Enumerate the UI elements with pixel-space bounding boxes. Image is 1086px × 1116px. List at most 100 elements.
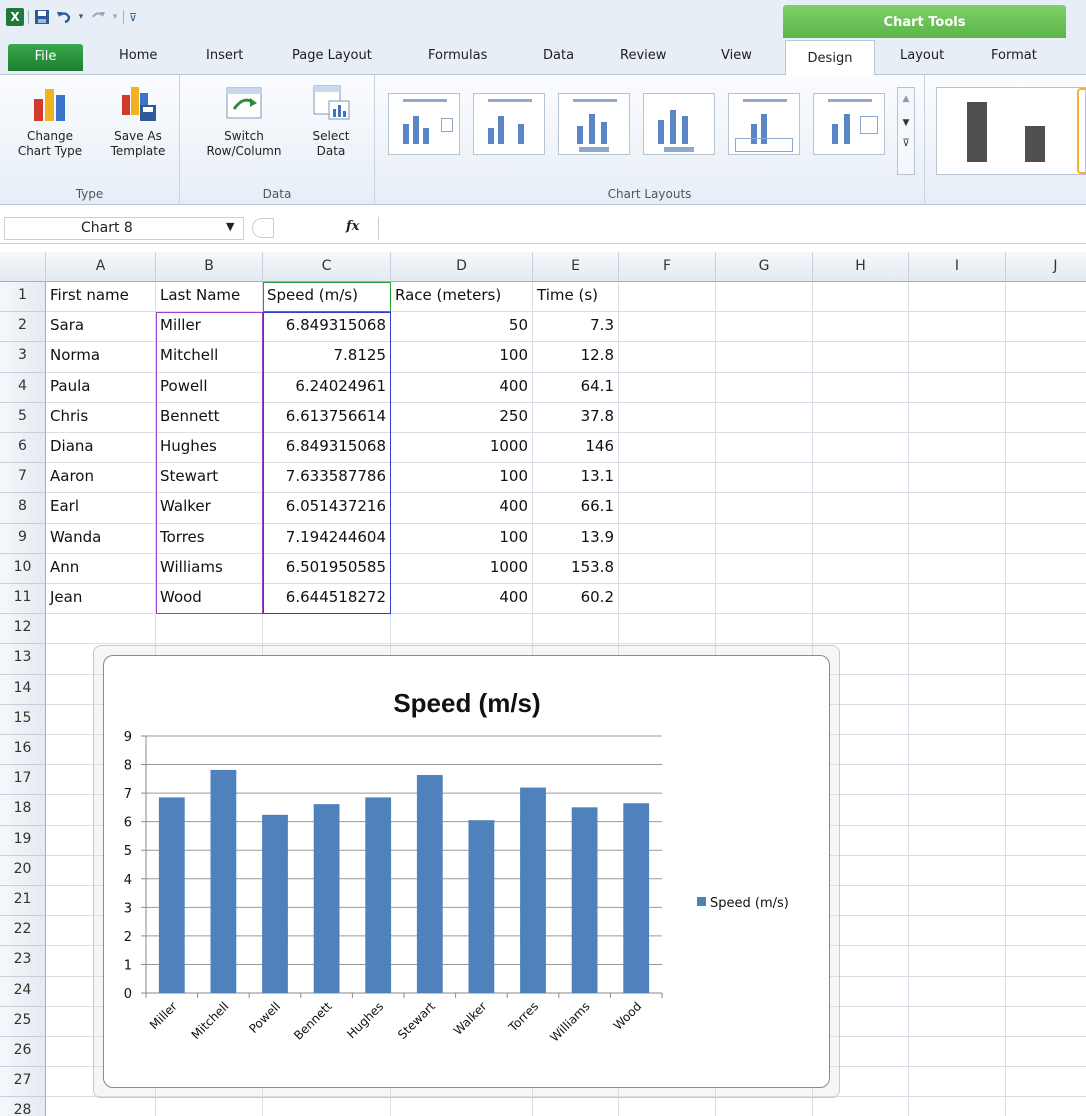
row-header[interactable]: 22 xyxy=(0,916,46,947)
cell[interactable] xyxy=(909,282,1006,313)
cell[interactable]: 1000 xyxy=(391,553,533,584)
cell[interactable] xyxy=(391,614,533,645)
row-header[interactable]: 8 xyxy=(0,493,46,524)
row-header[interactable]: 3 xyxy=(0,342,46,373)
cell[interactable] xyxy=(1006,946,1086,977)
cell[interactable]: Diana xyxy=(46,433,156,464)
tab-insert[interactable]: Insert xyxy=(206,48,243,63)
cell[interactable] xyxy=(1006,584,1086,615)
column-header-f[interactable]: F xyxy=(619,252,716,282)
cell[interactable] xyxy=(909,765,1006,796)
cell[interactable] xyxy=(1006,1007,1086,1037)
cell[interactable]: Time (s) xyxy=(533,282,619,313)
row-header[interactable]: 21 xyxy=(0,886,46,917)
cell[interactable]: Ann xyxy=(46,553,156,584)
column-header-h[interactable]: H xyxy=(813,252,909,282)
cell[interactable] xyxy=(716,372,813,403)
cell[interactable] xyxy=(1006,1067,1086,1098)
tab-formulas[interactable]: Formulas xyxy=(428,48,487,63)
cell[interactable] xyxy=(909,584,1006,615)
save-as-template-button[interactable]: Save As Template xyxy=(98,83,178,159)
column-header-b[interactable]: B xyxy=(156,252,263,282)
cell[interactable]: Sara xyxy=(46,312,156,343)
cell[interactable] xyxy=(909,855,1006,886)
cell[interactable] xyxy=(619,372,716,403)
chart-bar[interactable] xyxy=(571,807,598,993)
cell[interactable] xyxy=(909,1097,1006,1116)
cell[interactable] xyxy=(156,1097,263,1116)
cell[interactable] xyxy=(619,282,716,313)
select-data-button[interactable]: Select Data xyxy=(298,83,364,159)
column-header-c[interactable]: C xyxy=(263,252,391,282)
row-header[interactable]: 1 xyxy=(0,282,46,313)
chart-styles-gallery[interactable] xyxy=(936,87,1086,175)
cell[interactable] xyxy=(716,342,813,373)
layouts-gallery-scroll[interactable]: ▲ ▼ ⊽ xyxy=(897,87,915,175)
cell[interactable]: 7.8125 xyxy=(263,342,391,373)
cell[interactable]: 50 xyxy=(391,312,533,343)
cell[interactable] xyxy=(156,614,263,645)
cell[interactable] xyxy=(263,614,391,645)
column-header-j[interactable]: J xyxy=(1006,252,1086,282)
cell[interactable]: Jean xyxy=(46,584,156,615)
cell[interactable]: Race (meters) xyxy=(391,282,533,313)
row-header[interactable]: 24 xyxy=(0,976,46,1007)
legend-label[interactable]: Speed (m/s) xyxy=(710,896,789,911)
cell[interactable] xyxy=(909,342,1006,373)
row-header[interactable]: 23 xyxy=(0,946,46,977)
cell[interactable] xyxy=(619,312,716,343)
cell[interactable] xyxy=(1006,493,1086,524)
cell[interactable]: 100 xyxy=(391,463,533,494)
chart-area[interactable]: Speed (m/s) 0 1 2 3 4 5 6 7 8 9 Miller Mitchell Pow… xyxy=(103,655,830,1088)
chart-bar[interactable] xyxy=(468,820,495,993)
cell[interactable]: Walker xyxy=(156,493,263,524)
tab-format[interactable]: Format xyxy=(991,48,1037,63)
cell[interactable] xyxy=(533,614,619,645)
cell[interactable]: Miller xyxy=(156,312,263,343)
cell[interactable]: Hughes xyxy=(156,433,263,464)
tab-layout[interactable]: Layout xyxy=(900,48,944,63)
row-header[interactable]: 5 xyxy=(0,402,46,433)
row-header[interactable]: 14 xyxy=(0,674,46,705)
cell[interactable] xyxy=(716,463,813,494)
cell[interactable] xyxy=(391,1097,533,1116)
row-header[interactable]: 20 xyxy=(0,855,46,886)
cell[interactable] xyxy=(813,553,909,584)
cell[interactable] xyxy=(909,402,1006,433)
chart-layout-5[interactable] xyxy=(728,93,800,155)
cell[interactable]: Powell xyxy=(156,372,263,403)
chart-layout-3[interactable] xyxy=(558,93,630,155)
cell[interactable] xyxy=(1006,403,1086,433)
chart-layout-2[interactable] xyxy=(473,93,545,155)
insert-function-icon[interactable]: fx xyxy=(346,219,359,234)
row-header[interactable]: 11 xyxy=(0,584,46,615)
cell[interactable] xyxy=(813,402,909,433)
cell[interactable]: Earl xyxy=(46,493,156,524)
cell[interactable] xyxy=(716,584,813,615)
cell[interactable] xyxy=(619,493,716,524)
cell[interactable] xyxy=(1006,856,1086,886)
column-header-g[interactable]: G xyxy=(716,252,813,282)
row-header[interactable]: 6 xyxy=(0,433,46,464)
cell[interactable]: 37.8 xyxy=(533,402,619,433)
cell[interactable]: 7.3 xyxy=(533,312,619,343)
cell[interactable]: Mitchell xyxy=(156,342,263,373)
cell[interactable]: Williams xyxy=(156,553,263,584)
cell[interactable] xyxy=(1006,433,1086,464)
row-header[interactable]: 19 xyxy=(0,825,46,856)
cell[interactable] xyxy=(619,433,716,464)
chart-bar[interactable] xyxy=(158,797,185,993)
cell[interactable] xyxy=(813,342,909,373)
cell[interactable] xyxy=(619,584,716,615)
chart-bar[interactable] xyxy=(210,769,237,993)
cell[interactable] xyxy=(813,463,909,494)
cell[interactable] xyxy=(909,372,1006,403)
cell[interactable]: 400 xyxy=(391,584,533,615)
gallery-more-icon[interactable]: ⊽ xyxy=(898,138,914,149)
gallery-up-icon[interactable]: ▲ xyxy=(898,94,914,104)
chart-layout-1[interactable] xyxy=(388,93,460,155)
cell[interactable] xyxy=(909,433,1006,464)
row-header[interactable]: 26 xyxy=(0,1037,46,1068)
cell[interactable]: 1000 xyxy=(391,433,533,464)
chart-layout-6[interactable] xyxy=(813,93,885,155)
